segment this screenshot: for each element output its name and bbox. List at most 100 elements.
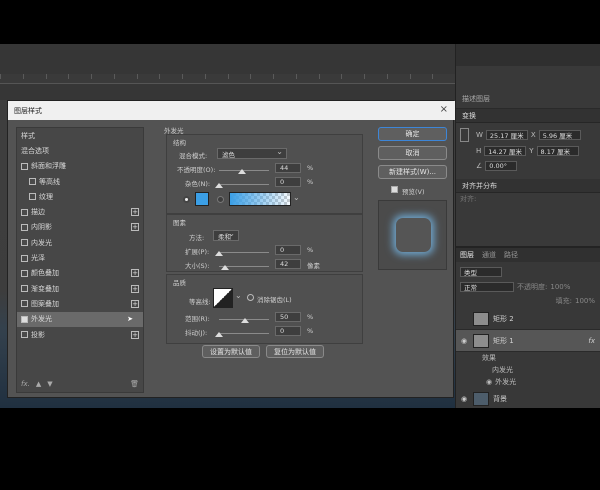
list-item-inner-shadow[interactable]: 内阴影 + (17, 220, 143, 235)
list-item-color-overlay[interactable]: 颜色叠加 + (17, 266, 143, 281)
angle-field[interactable]: 0.00° (485, 161, 518, 171)
layer-row-selected[interactable]: ◉ 矩形 1 fx (456, 330, 600, 352)
plus-icon[interactable]: + (131, 299, 139, 308)
checkbox[interactable] (21, 223, 28, 231)
noise-slider-handle[interactable] (215, 183, 223, 188)
method-select[interactable]: 柔和 (213, 229, 239, 241)
checkbox-checked[interactable] (21, 315, 28, 323)
jitter-input[interactable]: 0 (275, 326, 301, 336)
inner-glow-item[interactable]: 内发光 (492, 365, 513, 375)
plus-icon[interactable]: + (131, 223, 139, 232)
preview-label[interactable]: 预览(V) (402, 186, 425, 196)
opacity-value[interactable]: 100% (550, 283, 570, 291)
size-slider-handle[interactable] (221, 265, 229, 270)
cancel-button[interactable]: 取消 (378, 146, 447, 160)
fx-icon[interactable]: fx (588, 337, 595, 345)
plus-icon[interactable]: + (131, 208, 139, 217)
layer-kind-filter[interactable]: 类型 (460, 267, 502, 277)
set-default-button[interactable]: 设置为默认值 (202, 345, 260, 358)
gradient-radio[interactable] (217, 196, 224, 203)
y-field[interactable]: 8.17 厘米 (536, 146, 579, 156)
list-item-bevel[interactable]: 斜面和浮雕 (17, 159, 143, 174)
link-icon[interactable] (460, 128, 469, 142)
preview-checkbox[interactable] (391, 186, 398, 193)
trash-icon[interactable]: 🗑 (130, 380, 139, 388)
close-icon[interactable]: × (440, 104, 448, 115)
checkbox[interactable] (21, 300, 28, 308)
align-section-title[interactable]: 对齐并分布 (456, 179, 600, 193)
fx-menu-icon[interactable]: fx. (21, 380, 30, 388)
color-radio[interactable] (183, 196, 190, 203)
list-item-styles[interactable]: 样式 (17, 128, 143, 143)
blend-mode-select[interactable]: 滤色 (217, 147, 287, 159)
properties-tab[interactable]: 描述图层 (456, 92, 600, 106)
move-down-icon[interactable]: ▼ (47, 380, 52, 388)
list-item-contour[interactable]: 等高线 (17, 174, 143, 189)
checkbox[interactable] (21, 331, 28, 338)
checkbox[interactable] (21, 254, 28, 262)
range-slider-handle[interactable] (241, 318, 249, 323)
checkbox[interactable] (21, 269, 28, 277)
dialog-titlebar[interactable]: 图层样式 × (8, 101, 455, 120)
color-swatch[interactable] (195, 192, 209, 206)
effects-item[interactable]: 效果 (482, 353, 496, 363)
contour-picker[interactable] (213, 288, 233, 308)
contour-dropdown-icon[interactable]: ⌄ (235, 291, 242, 300)
ok-button[interactable]: 确定 (378, 127, 447, 141)
gradient-dropdown-icon[interactable]: ⌄ (293, 193, 300, 202)
opacity-slider-handle[interactable] (238, 169, 246, 174)
list-item-outer-glow[interactable]: 外发光 ➤ (17, 311, 143, 327)
list-item-stroke[interactable]: 描边 + (17, 204, 143, 219)
tab-layers[interactable]: 图层 (460, 250, 474, 260)
outer-glow-item[interactable]: 外发光 (495, 377, 516, 387)
jitter-slider[interactable] (219, 333, 269, 334)
spread-slider-handle[interactable] (215, 251, 223, 256)
checkbox[interactable] (29, 193, 36, 201)
opacity-input[interactable]: 44 (275, 163, 301, 173)
layer-blend-mode[interactable]: 正常 (460, 282, 514, 292)
tab-paths[interactable]: 路径 (504, 250, 518, 260)
h-field[interactable]: 14.27 厘米 (484, 146, 527, 156)
list-item-texture[interactable]: 纹理 (17, 189, 143, 204)
reset-default-button[interactable]: 复位为默认值 (266, 345, 324, 358)
fill-label: 填充: (555, 297, 572, 305)
visibility-icon[interactable] (459, 315, 469, 323)
layer-row[interactable]: 矩形 2 (456, 308, 600, 330)
transform-section-title[interactable]: 变换 (456, 109, 600, 123)
size-input[interactable]: 42 (275, 259, 301, 269)
antialias-checkbox[interactable] (247, 294, 254, 301)
list-item-pattern-overlay[interactable]: 图案叠加 + (17, 296, 143, 311)
plus-icon[interactable]: + (131, 269, 139, 278)
noise-input[interactable]: 0 (275, 177, 301, 187)
w-field[interactable]: 25.17 厘米 (485, 130, 528, 140)
move-up-icon[interactable]: ▲ (36, 380, 41, 388)
eye-icon[interactable]: ◉ (486, 378, 492, 386)
list-item-satin[interactable]: 光泽 (17, 250, 143, 265)
fill-value[interactable]: 100% (575, 297, 595, 305)
checkbox[interactable] (21, 162, 28, 170)
new-style-button[interactable]: 新建样式(W)... (378, 165, 447, 179)
spread-slider[interactable] (219, 252, 269, 253)
elements-section: 图素 方法: 柔和 扩展(P): 0 % 大小(S): 42 像素 (166, 214, 363, 272)
checkbox[interactable] (21, 285, 28, 293)
gradient-picker[interactable] (229, 192, 291, 206)
tab-channels[interactable]: 通道 (482, 250, 496, 260)
list-item-blending-options[interactable]: 混合选项 (17, 143, 143, 158)
noise-slider[interactable] (219, 184, 269, 185)
list-item-inner-glow[interactable]: 内发光 (17, 235, 143, 250)
list-item-gradient-overlay[interactable]: 渐变叠加 + (17, 281, 143, 296)
spread-input[interactable]: 0 (275, 245, 301, 255)
checkbox[interactable] (29, 178, 36, 186)
list-item-drop-shadow[interactable]: 投影 + (17, 327, 143, 342)
checkbox[interactable] (21, 208, 28, 216)
eye-icon[interactable]: ◉ (459, 337, 469, 345)
layer-row[interactable]: ◉ 背景 (456, 388, 600, 408)
range-input[interactable]: 50 (275, 312, 301, 322)
antialias-label[interactable]: 消除锯齿(L) (257, 294, 292, 304)
x-field[interactable]: 5.96 厘米 (538, 130, 581, 140)
jitter-slider-handle[interactable] (215, 332, 223, 337)
checkbox[interactable] (21, 239, 28, 247)
plus-icon[interactable]: + (131, 284, 139, 293)
eye-icon[interactable]: ◉ (459, 395, 469, 403)
plus-icon[interactable]: + (131, 330, 139, 339)
